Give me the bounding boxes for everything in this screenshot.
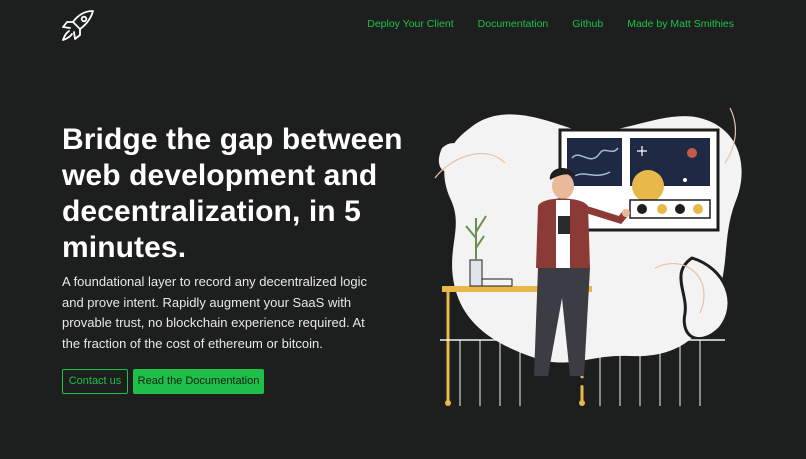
nav-github[interactable]: Github (572, 18, 603, 30)
main-nav: Deploy Your Client Documentation Github … (367, 18, 734, 30)
hero-description: A foundational layer to record any decen… (62, 274, 367, 351)
nav-made-by[interactable]: Made by Matt Smithies (627, 18, 734, 30)
hero-illustration (434, 108, 742, 406)
nav-deploy-client[interactable]: Deploy Your Client (367, 18, 453, 30)
hero-title: Bridge the gap between web development a… (62, 123, 403, 264)
rocket-icon[interactable] (60, 9, 96, 43)
read-documentation-button[interactable]: Read the Documentation (133, 369, 264, 394)
contact-us-button[interactable]: Contact us (62, 369, 128, 394)
nav-documentation[interactable]: Documentation (478, 18, 549, 30)
